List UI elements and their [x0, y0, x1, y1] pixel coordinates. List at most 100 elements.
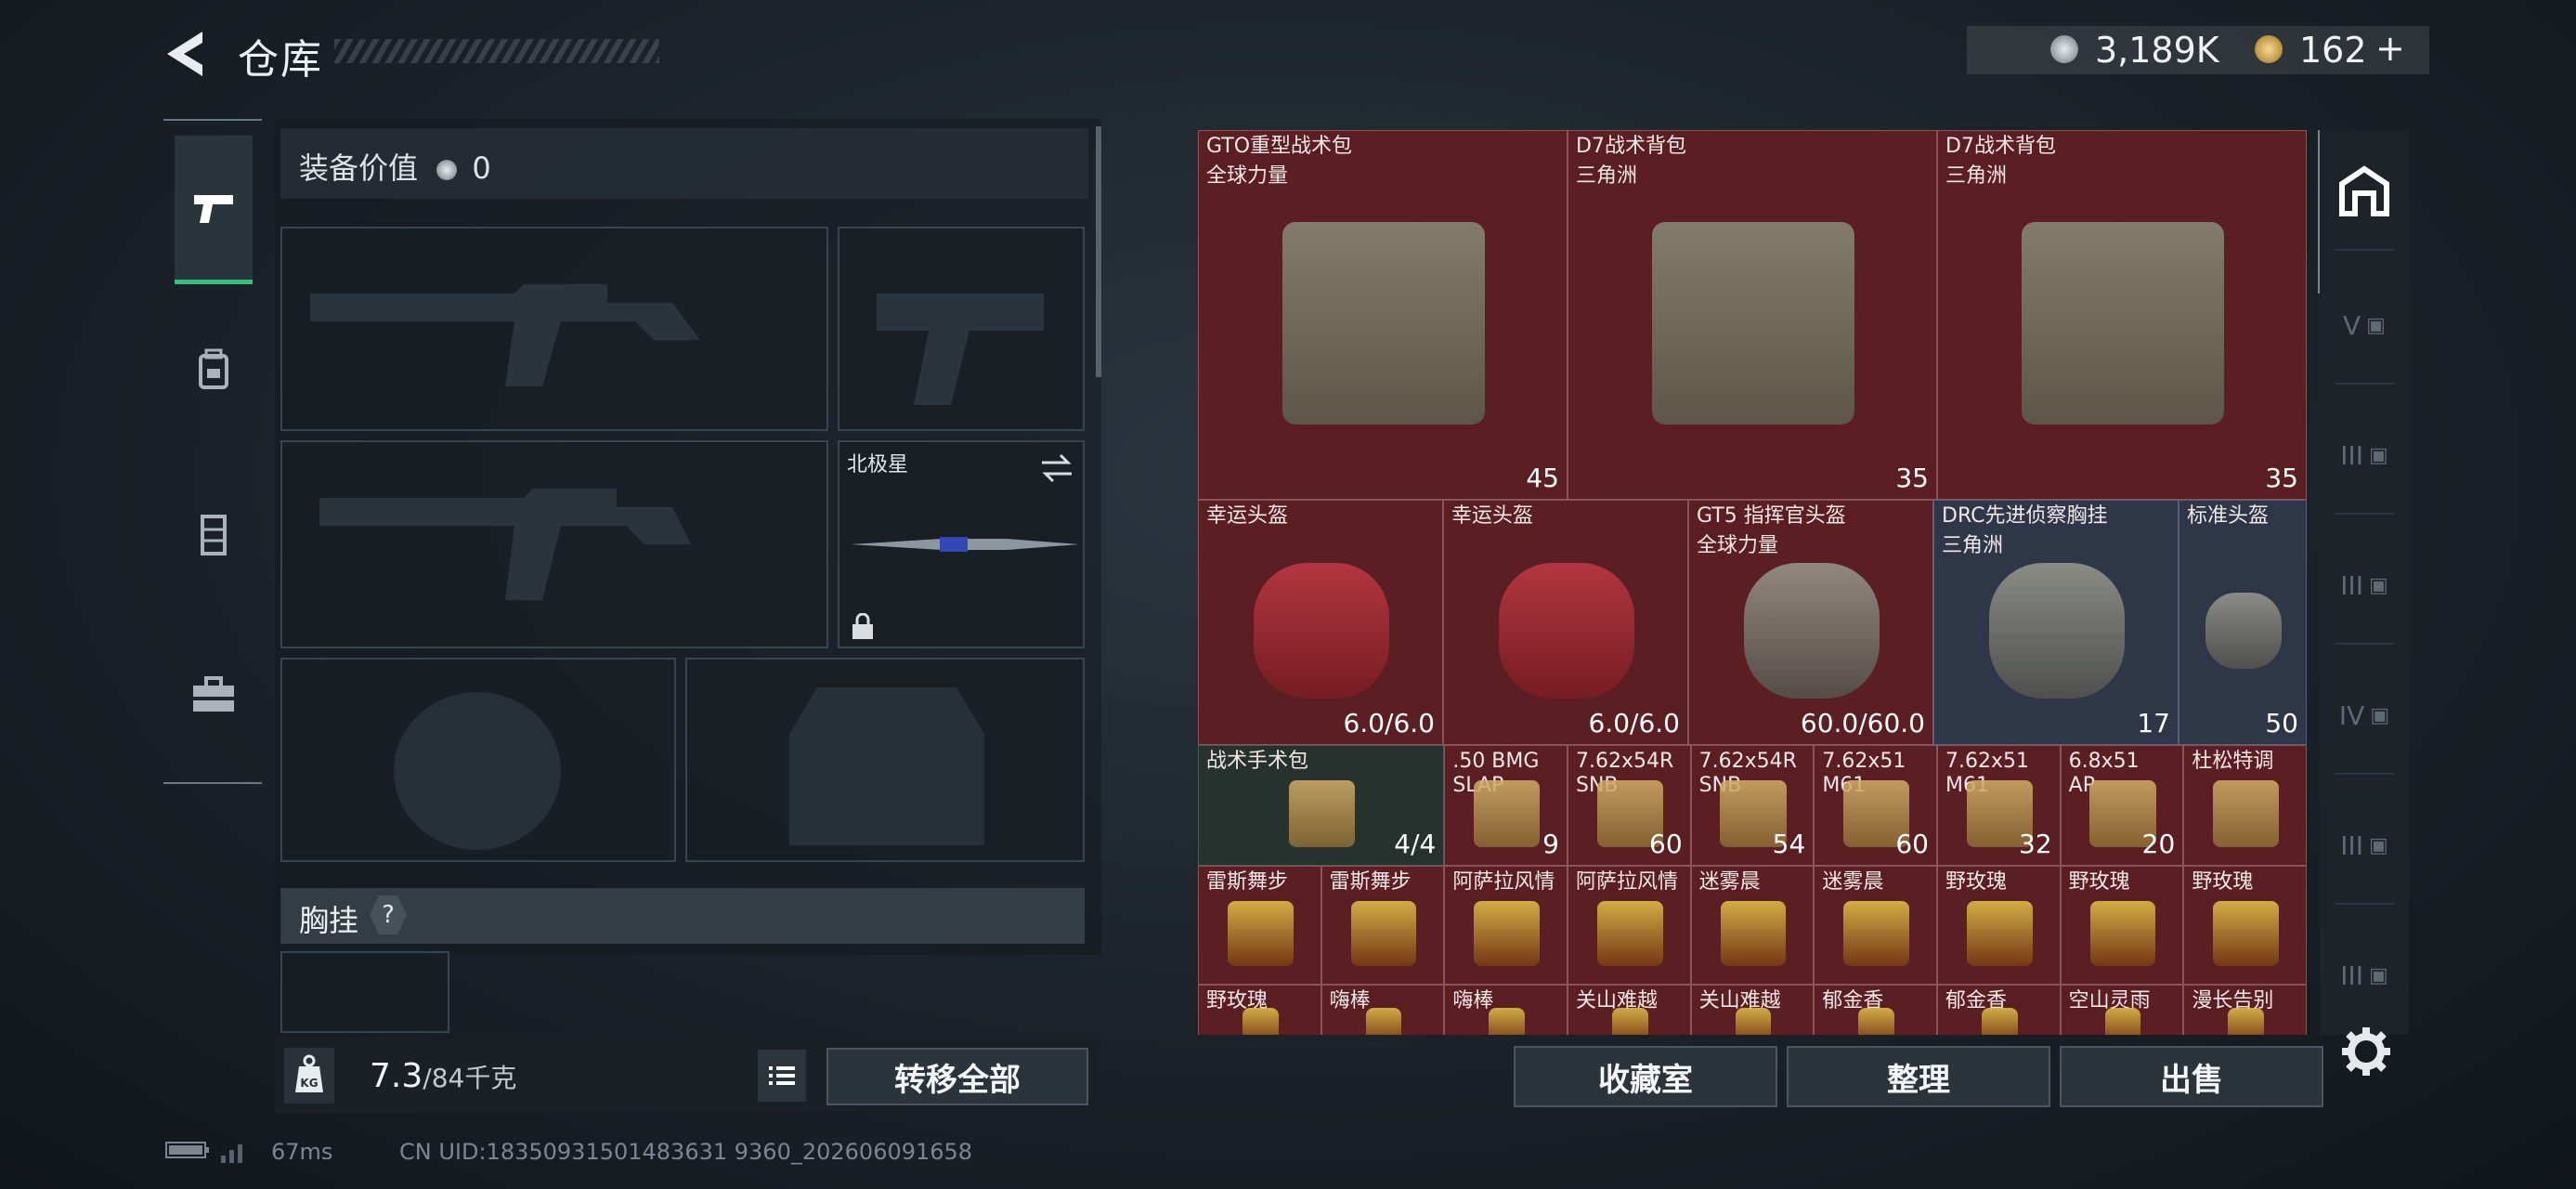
equipment-value: 装备价值 0	[299, 145, 491, 188]
inventory-item[interactable]: .50 BMGSLAP9	[1444, 745, 1568, 866]
stash-tab-5[interactable]: V ▣	[2320, 279, 2409, 372]
item-value: 20	[2141, 829, 2176, 859]
item-image	[1499, 563, 1634, 699]
back-button[interactable]	[160, 28, 215, 80]
item-name: 阿萨拉风情	[1452, 870, 1555, 894]
stash-tab-main[interactable]	[2320, 145, 2409, 238]
helmet-silhouette-icon	[394, 692, 561, 850]
inventory-item[interactable]: 关山难越	[1568, 985, 1691, 1035]
item-image	[1858, 1007, 1894, 1035]
inventory-item[interactable]: GT5 指挥官头盔 全球力量 60.0/60.0	[1688, 500, 1933, 745]
item-value: 6.0/6.0	[1588, 708, 1681, 738]
inventory-item[interactable]: 嗨棒	[1321, 985, 1445, 1035]
inventory-item[interactable]: 迷雾晨	[1690, 866, 1815, 985]
inventory-grid: GTO重型战术包 全球力量 45 D7战术背包 三角洲 35 D7战术背包 三角洲 35 幸运头盔…	[1198, 130, 2307, 1035]
inventory-item[interactable]: 阿萨拉风情	[1444, 866, 1568, 985]
item-name: D7战术背包	[1576, 135, 1686, 158]
primary-weapon-slot[interactable]	[280, 227, 828, 431]
inventory-item[interactable]: 野玫瑰	[2060, 866, 2184, 985]
item-value: 17	[2137, 708, 2170, 738]
item-value: 35	[1895, 463, 1929, 493]
inventory-item[interactable]: 7.62x51M6132	[1937, 745, 2061, 866]
inventory-item[interactable]: 野玫瑰	[1937, 866, 2061, 985]
item-image	[1720, 900, 1787, 967]
melee-slot[interactable]: 北极星	[838, 440, 1085, 648]
inventory-item[interactable]: 野玫瑰	[1198, 985, 1321, 1035]
inventory-item[interactable]: 7.62x54RSNB60	[1568, 745, 1691, 866]
silver-coin-icon	[436, 160, 458, 180]
inventory-item[interactable]: 关山难越	[1690, 985, 1815, 1035]
inventory-item[interactable]: D7战术背包 三角洲 35	[1937, 130, 2307, 500]
ping-readout: 67ms	[271, 1139, 333, 1165]
transfer-all-button[interactable]: 转移全部	[826, 1048, 1088, 1105]
inventory-item[interactable]: 6.8x51 AP 20	[2060, 745, 2184, 866]
stash-tab-3d[interactable]: III ▣	[2320, 929, 2409, 1022]
vest-icon	[201, 515, 227, 555]
collection-room-button[interactable]: 收藏室	[1514, 1046, 1777, 1107]
back-arrow-icon	[167, 32, 202, 76]
inventory-item[interactable]: 杜松特调	[2183, 745, 2307, 866]
category-backpack[interactable]	[175, 295, 253, 444]
inventory-item[interactable]: 雷斯舞步	[1198, 866, 1321, 985]
inventory-item[interactable]: 野玫瑰	[2183, 866, 2307, 985]
inventory-item[interactable]: 郁金香	[1814, 985, 1937, 1035]
item-subtitle: 全球力量	[1697, 534, 1779, 557]
stash-tab-3b-label: III	[2340, 569, 2363, 601]
inventory-item[interactable]: DRC先进侦察胸挂 三角洲 17	[1933, 500, 2179, 745]
inventory-item[interactable]: 郁金香	[1937, 985, 2061, 1035]
stash-tab-4[interactable]: IV ▣	[2320, 669, 2409, 762]
item-image	[1982, 1007, 2018, 1035]
gold-currency-amount: 162	[2299, 30, 2367, 71]
inventory-item[interactable]: 7.62x51M6160	[1814, 745, 1937, 866]
inventory-item[interactable]: GTO重型战术包 全球力量 45	[1198, 130, 1568, 500]
swap-icon[interactable]	[1038, 450, 1075, 487]
pistol-icon	[194, 194, 233, 223]
stash-tab-3a[interactable]: III ▣	[2320, 409, 2409, 502]
loadout-scrollbar[interactable]	[1096, 126, 1101, 377]
category-armor[interactable]	[175, 461, 253, 609]
item-image	[1365, 1007, 1402, 1035]
add-currency-button[interactable]: +	[2375, 28, 2405, 69]
item-name: 标准头盔	[2187, 504, 2270, 528]
inventory-item[interactable]: 战术手术包 4/4	[1198, 745, 1445, 866]
chest-rig-slot[interactable]	[280, 951, 449, 1033]
item-name: 幸运头盔	[1206, 504, 1289, 528]
organize-button[interactable]: 整理	[1787, 1046, 2050, 1107]
inventory-item[interactable]: 雷斯舞步	[1321, 866, 1445, 985]
inventory-item[interactable]: 迷雾晨	[1814, 866, 1937, 985]
inventory-item[interactable]: 阿萨拉风情	[1568, 866, 1691, 985]
item-name: 雷斯舞步	[1206, 870, 1289, 894]
settings-button[interactable]	[2338, 1024, 2394, 1079]
sell-button[interactable]: 出售	[2060, 1046, 2323, 1107]
item-value: 32	[2019, 829, 2052, 859]
item-name: 野玫瑰	[2192, 870, 2254, 894]
item-name: 幸运头盔	[1451, 504, 1534, 528]
category-toolbox[interactable]	[175, 621, 253, 769]
container-icon: ▣	[2366, 313, 2386, 337]
armor-slot[interactable]	[685, 658, 1085, 862]
inventory-item[interactable]: 空山灵雨	[2060, 985, 2184, 1035]
category-weapons[interactable]	[175, 136, 253, 284]
inventory-item[interactable]: 嗨棒	[1444, 985, 1568, 1035]
item-value: 6.0/6.0	[1343, 708, 1436, 738]
inventory-item[interactable]: 幸运头盔 6.0/6.0	[1443, 500, 1688, 745]
sidearm-slot[interactable]	[838, 227, 1085, 431]
item-image	[1474, 900, 1540, 967]
item-name: GTO重型战术包	[1206, 135, 1353, 158]
item-value: 45	[1526, 463, 1559, 493]
secondary-weapon-slot[interactable]	[280, 440, 828, 648]
armor-silhouette-icon	[789, 687, 984, 845]
inventory-item[interactable]: 幸运头盔 6.0/6.0	[1198, 500, 1443, 745]
stash-tab-3c[interactable]: III ▣	[2320, 799, 2409, 892]
item-name: GT5 指挥官头盔	[1697, 504, 1846, 528]
inventory-item[interactable]: 漫长告别	[2183, 985, 2307, 1035]
helmet-slot[interactable]	[280, 658, 676, 862]
knife-icon	[851, 537, 1079, 552]
inventory-item[interactable]: 标准头盔 50	[2179, 500, 2307, 745]
inventory-item[interactable]: D7战术背包 三角洲 35	[1568, 130, 1937, 500]
gear-icon	[2342, 1027, 2390, 1076]
inventory-item[interactable]: 7.62x54RSNB54	[1690, 745, 1815, 866]
stash-tab-3b[interactable]: III ▣	[2320, 539, 2409, 632]
list-view-button[interactable]	[758, 1050, 806, 1102]
container-icon: ▣	[2368, 833, 2388, 857]
